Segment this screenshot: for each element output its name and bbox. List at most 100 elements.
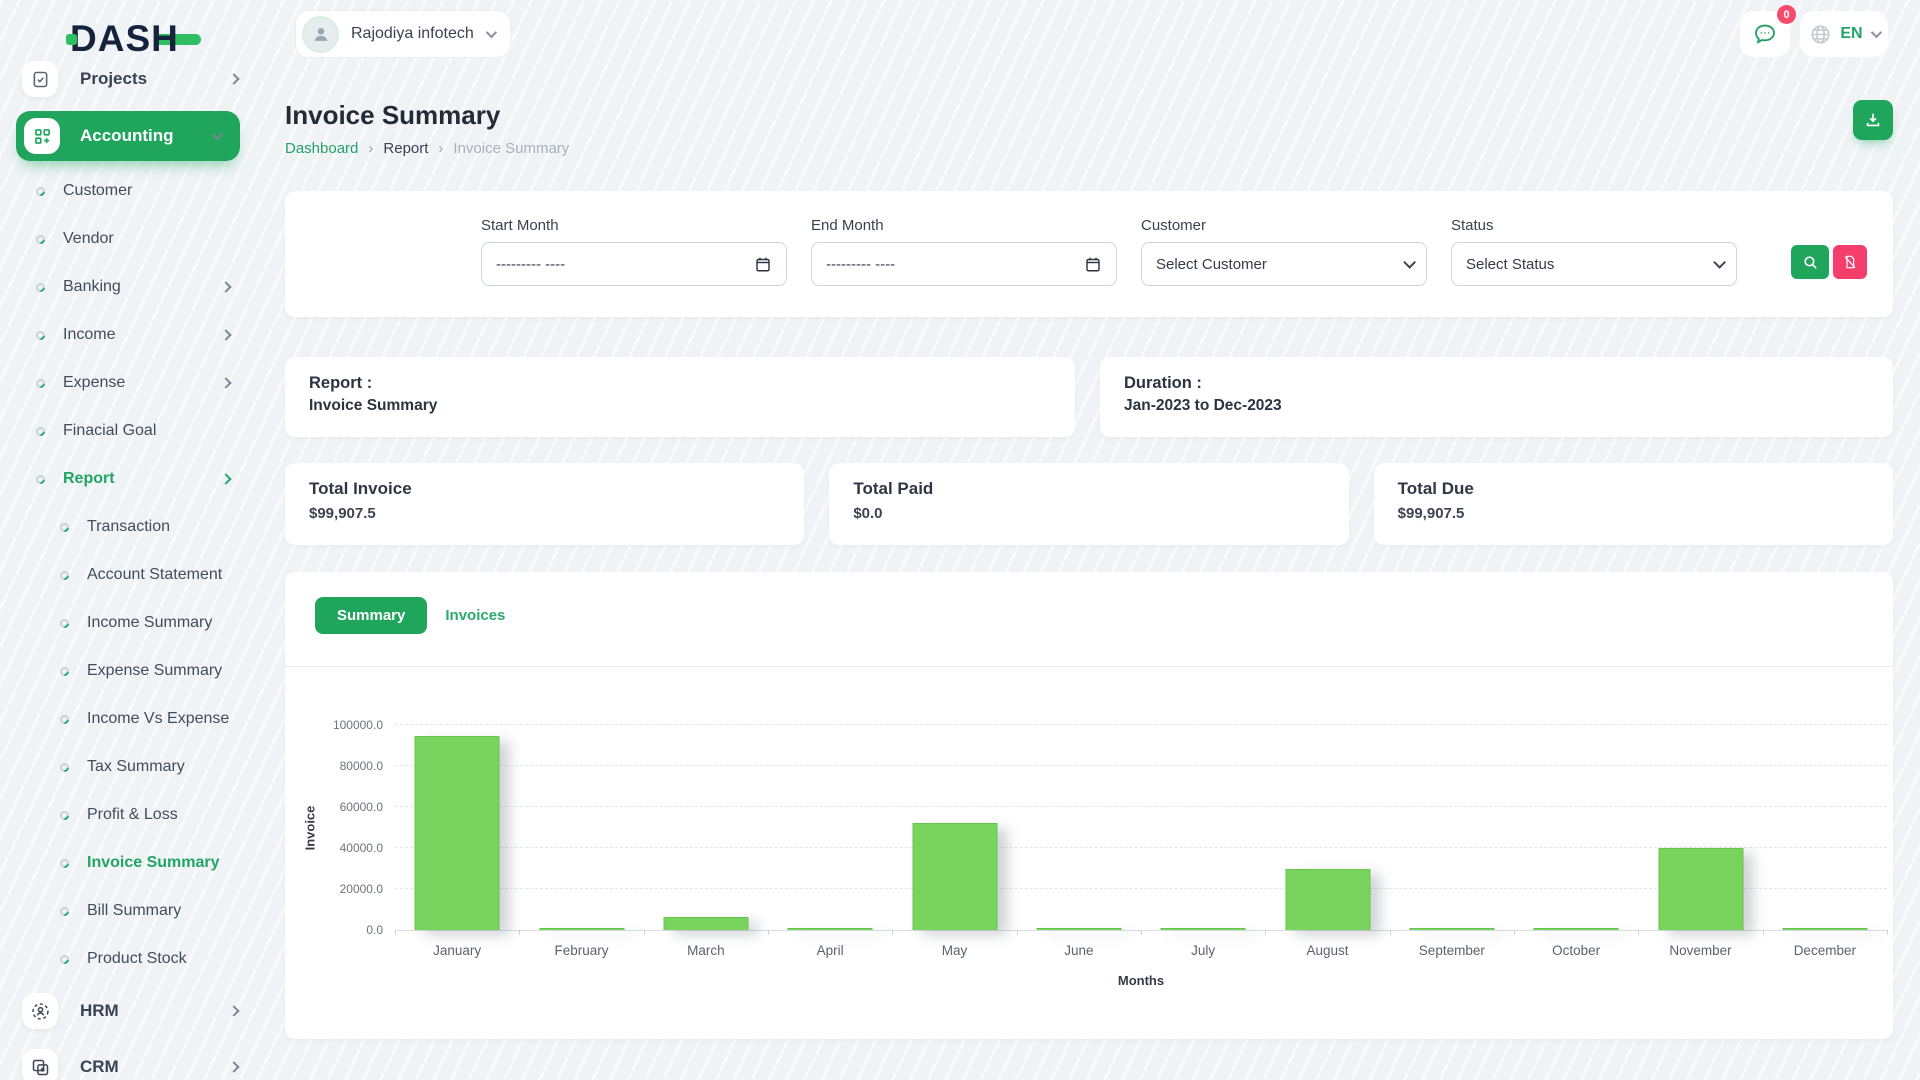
- breadcrumb-separator: ›: [438, 140, 443, 157]
- sidebar-item-income-summary[interactable]: Income Summary: [0, 599, 258, 647]
- chevron-right-icon: [220, 329, 231, 340]
- breadcrumb: Dashboard›Report›Invoice Summary: [285, 140, 569, 157]
- sidebar-item-label: Income Vs Expense: [87, 710, 230, 728]
- sidebar-item-transaction[interactable]: Transaction: [0, 503, 258, 551]
- end-month-input[interactable]: --------- ----: [811, 242, 1117, 286]
- sidebar-item-banking[interactable]: Banking: [0, 263, 258, 311]
- x-tick-label: March: [687, 943, 725, 958]
- user-icon: [310, 23, 332, 45]
- sidebar-item-label: Accounting: [80, 126, 192, 146]
- reset-filter-button[interactable]: [1833, 245, 1867, 279]
- bullet-icon: [34, 329, 47, 342]
- y-tick-label: 100000.0: [333, 718, 383, 732]
- overlap-squares-icon: [22, 1049, 58, 1080]
- sidebar-item-accounting[interactable]: Accounting: [16, 111, 240, 161]
- x-tick-mark: [395, 930, 396, 935]
- status-select[interactable]: Select Status: [1451, 242, 1737, 286]
- bullet-icon: [58, 761, 71, 774]
- x-tick-label: October: [1552, 943, 1600, 958]
- chart-tabs: Summary Invoices: [285, 572, 1893, 667]
- logo-dot-icon: [66, 34, 77, 45]
- report-card: Report : Invoice Summary: [285, 357, 1075, 437]
- x-axis-title: Months: [395, 973, 1887, 988]
- chevron-right-icon: [220, 281, 231, 292]
- sidebar-item-income-vs-expense[interactable]: Income Vs Expense: [0, 695, 258, 743]
- sidebar-item-income[interactable]: Income: [0, 311, 258, 359]
- bar-july: [1161, 928, 1246, 930]
- sidebar-item-hrm[interactable]: HRM: [0, 983, 258, 1039]
- report-card-value: Invoice Summary: [309, 397, 1051, 415]
- page-title: Invoice Summary: [285, 100, 569, 131]
- gridline: [395, 806, 1887, 807]
- apply-filter-button[interactable]: [1791, 245, 1829, 279]
- sidebar-item-label: Banking: [63, 278, 204, 296]
- start-month-field: Start Month --------- ----: [481, 217, 787, 286]
- sidebar-item-product-stock[interactable]: Product Stock: [0, 935, 258, 983]
- x-tick-label: July: [1191, 943, 1215, 958]
- sidebar-item-invoice-summary[interactable]: Invoice Summary: [0, 839, 258, 887]
- avatar: [302, 16, 339, 53]
- x-tick-label: February: [554, 943, 608, 958]
- bullet-icon: [34, 281, 47, 294]
- bullet-icon: [58, 905, 71, 918]
- bullet-icon: [58, 857, 71, 870]
- bar-april: [788, 928, 873, 930]
- sidebar-item-crm[interactable]: CRM: [0, 1039, 258, 1080]
- tab-summary[interactable]: Summary: [315, 597, 427, 634]
- messages-button[interactable]: 0: [1740, 11, 1790, 57]
- sidebar-item-label: Vendor: [63, 230, 230, 248]
- duration-card-value: Jan-2023 to Dec-2023: [1124, 397, 1869, 415]
- chat-bubble-icon: [1752, 21, 1778, 47]
- sidebar-item-tax-summary[interactable]: Tax Summary: [0, 743, 258, 791]
- x-tick-mark: [1763, 930, 1764, 935]
- bullet-icon: [34, 473, 47, 486]
- customer-select[interactable]: Select Customer: [1141, 242, 1427, 286]
- globe-icon: [1809, 23, 1832, 46]
- grid-plus-icon: [24, 118, 60, 154]
- sidebar-item-expense[interactable]: Expense: [0, 359, 258, 407]
- company-selector[interactable]: Rajodiya infotech: [295, 10, 511, 58]
- language-selector[interactable]: EN: [1800, 11, 1888, 57]
- breadcrumb-separator: ›: [368, 140, 373, 157]
- sidebar-item-label: Customer: [63, 182, 230, 200]
- brand-logo: DASH: [66, 20, 201, 58]
- x-tick-label: April: [817, 943, 844, 958]
- user-focus-icon: [22, 993, 58, 1029]
- x-tick-label: September: [1419, 943, 1485, 958]
- report-card-label: Report :: [309, 374, 1051, 393]
- notification-badge: 0: [1777, 5, 1796, 24]
- sidebar-item-label: Tax Summary: [87, 758, 230, 776]
- sidebar-item-vendor[interactable]: Vendor: [0, 215, 258, 263]
- x-tick-mark: [892, 930, 893, 935]
- sidebar-item-label: Projects: [80, 69, 208, 89]
- x-tick-label: May: [942, 943, 968, 958]
- sidebar-item-label: Account Statement: [87, 566, 230, 584]
- breadcrumb-item-1[interactable]: Dashboard: [285, 140, 358, 157]
- sidebar-item-bill-summary[interactable]: Bill Summary: [0, 887, 258, 935]
- bar-june: [1036, 928, 1121, 930]
- x-tick-label: June: [1064, 943, 1093, 958]
- sidebar-item-finacial-goal[interactable]: Finacial Goal: [0, 407, 258, 455]
- chevron-right-icon: [220, 473, 231, 484]
- end-month-placeholder: --------- ----: [826, 256, 895, 273]
- y-tick-label: 60000.0: [340, 800, 383, 814]
- sidebar-item-report[interactable]: Report: [0, 455, 258, 503]
- main-content: Invoice Summary Dashboard › Report › Invoice…: [285, 78, 1893, 1039]
- sidebar-item-label: Product Stock: [87, 950, 230, 968]
- chart-card: SummaryInvoices Invoice 0.020000.040000.…: [285, 572, 1893, 1039]
- x-tick-mark: [1390, 930, 1391, 935]
- download-button[interactable]: [1853, 100, 1893, 140]
- breadcrumb-item-2[interactable]: Report: [383, 140, 428, 157]
- customer-field: Customer Select Customer: [1141, 217, 1427, 286]
- sidebar-item-expense-summary[interactable]: Expense Summary: [0, 647, 258, 695]
- start-month-placeholder: --------- ----: [496, 256, 565, 273]
- total-label: Total Due: [1398, 479, 1869, 499]
- sidebar-item-customer[interactable]: Customer: [0, 167, 258, 215]
- customer-label: Customer: [1141, 217, 1427, 234]
- sidebar-item-profit-loss[interactable]: Profit & Loss: [0, 791, 258, 839]
- sidebar-item-projects[interactable]: Projects: [0, 55, 258, 103]
- sidebar-item-account-statement[interactable]: Account Statement: [0, 551, 258, 599]
- start-month-input[interactable]: --------- ----: [481, 242, 787, 286]
- tab-invoices[interactable]: Invoices: [445, 607, 505, 624]
- y-tick-label: 80000.0: [340, 759, 383, 773]
